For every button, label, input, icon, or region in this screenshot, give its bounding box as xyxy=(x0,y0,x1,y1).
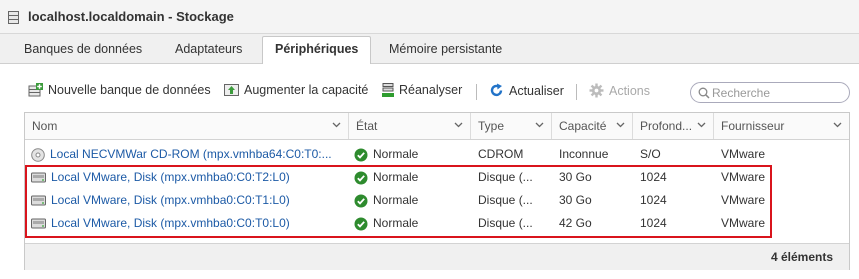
column-header-status[interactable]: État xyxy=(349,113,471,139)
rescan-icon xyxy=(382,83,394,97)
vendor-cell: VMware xyxy=(721,170,766,184)
tab-bar: Banques de données Adaptateurs Périphéri… xyxy=(0,34,859,64)
column-header-label: Type xyxy=(478,119,505,133)
gear-icon xyxy=(589,83,604,98)
chevron-down-icon xyxy=(833,122,842,128)
disk-icon xyxy=(31,172,46,183)
type-cell: Disque (... xyxy=(478,216,533,230)
actions-button[interactable]: Actions xyxy=(589,83,650,98)
capacity-cell: 30 Go xyxy=(559,193,592,207)
status-label: Normale xyxy=(373,216,419,230)
status-cell: Normale xyxy=(349,166,471,189)
column-header-type[interactable]: Type xyxy=(471,113,552,139)
search-box xyxy=(690,82,850,103)
device-name-link[interactable]: Local NECVMWar CD-ROM (mpx.vmhba64:C0:T0… xyxy=(25,143,349,166)
type-cell: Disque (... xyxy=(478,170,533,184)
chevron-down-icon xyxy=(535,122,544,128)
column-header-label: État xyxy=(356,119,378,133)
status-label: Normale xyxy=(373,193,419,207)
capacity-cell: 30 Go xyxy=(559,170,592,184)
new-datastore-label: Nouvelle banque de données xyxy=(48,83,211,97)
tab-persistent-memory[interactable]: Mémoire persistante xyxy=(389,42,502,56)
window-title: localhost.localdomain - Stockage xyxy=(28,9,234,24)
column-header-vendor[interactable]: Fournisseur xyxy=(714,113,849,139)
search-icon xyxy=(698,87,710,99)
depth-cell: 1024 xyxy=(640,193,667,207)
status-cell: Normale xyxy=(349,143,471,166)
device-name-label: Local VMware, Disk (mpx.vmhba0:C0:T1:L0) xyxy=(51,193,290,207)
device-name-label: Local VMware, Disk (mpx.vmhba0:C0:T0:L0) xyxy=(51,216,290,230)
column-header-name[interactable]: Nom xyxy=(25,113,349,139)
chevron-down-icon xyxy=(332,122,341,128)
refresh-icon xyxy=(490,83,503,97)
table-footer: 4 éléments xyxy=(25,243,849,270)
capacity-cell: Inconnue xyxy=(559,147,609,161)
status-cell: Normale xyxy=(349,189,471,212)
status-ok-icon xyxy=(354,171,368,185)
vendor-cell: VMware xyxy=(721,216,766,230)
rescan-label: Réanalyser xyxy=(399,83,463,97)
column-header-label: Profond... xyxy=(640,119,693,133)
column-header-depth[interactable]: Profond... xyxy=(633,113,714,139)
storage-icon xyxy=(8,11,19,24)
capacity-cell: 42 Go xyxy=(559,216,592,230)
status-label: Normale xyxy=(373,170,419,184)
depth-cell: S/O xyxy=(640,147,661,161)
refresh-button[interactable]: Actualiser xyxy=(489,83,564,98)
rescan-button[interactable]: Réanalyser xyxy=(382,83,462,97)
status-label: Normale xyxy=(373,147,419,161)
device-name-link[interactable]: Local VMware, Disk (mpx.vmhba0:C0:T2:L0) xyxy=(25,166,349,189)
table-row[interactable]: Local VMware, Disk (mpx.vmhba0:C0:T1:L0)… xyxy=(25,189,849,212)
table-header: Nom État Type Capacité Profond... Fourni… xyxy=(25,113,849,140)
type-cell: CDROM xyxy=(478,147,524,161)
cdrom-icon xyxy=(31,148,45,162)
column-header-label: Nom xyxy=(32,119,58,133)
tab-datastores[interactable]: Banques de données xyxy=(24,42,142,56)
device-name-link[interactable]: Local VMware, Disk (mpx.vmhba0:C0:T0:L0) xyxy=(25,212,349,235)
increase-capacity-icon xyxy=(224,84,239,96)
actions-label: Actions xyxy=(609,83,650,98)
status-cell: Normale xyxy=(349,212,471,235)
new-datastore-button[interactable]: Nouvelle banque de données xyxy=(28,83,211,97)
vendor-cell: VMware xyxy=(721,147,766,161)
status-ok-icon xyxy=(354,148,368,162)
type-cell: Disque (... xyxy=(478,193,533,207)
device-name-link[interactable]: Local VMware, Disk (mpx.vmhba0:C0:T1:L0) xyxy=(25,189,349,212)
depth-cell: 1024 xyxy=(640,170,667,184)
column-header-label: Fournisseur xyxy=(721,119,785,133)
increase-capacity-label: Augmenter la capacité xyxy=(244,83,369,97)
disk-icon xyxy=(31,195,46,206)
tab-adapters[interactable]: Adaptateurs xyxy=(175,42,242,56)
refresh-label: Actualiser xyxy=(509,83,564,98)
chevron-down-icon xyxy=(697,122,706,128)
disk-icon xyxy=(31,218,46,229)
device-name-label: Local VMware, Disk (mpx.vmhba0:C0:T2:L0) xyxy=(51,170,290,184)
toolbar-divider xyxy=(476,84,477,100)
status-ok-icon xyxy=(354,194,368,208)
tab-devices[interactable]: Périphériques xyxy=(262,36,372,64)
vendor-cell: VMware xyxy=(721,193,766,207)
depth-cell: 1024 xyxy=(640,216,667,230)
status-ok-icon xyxy=(354,217,368,231)
item-count: 4 éléments xyxy=(770,250,833,264)
search-input[interactable] xyxy=(712,84,842,101)
column-header-capacity[interactable]: Capacité xyxy=(552,113,633,139)
column-header-label: Capacité xyxy=(559,119,607,133)
chevron-down-icon xyxy=(454,122,463,128)
table-row[interactable]: Local VMware, Disk (mpx.vmhba0:C0:T0:L0)… xyxy=(25,212,849,235)
window-title-bar: localhost.localdomain - Stockage xyxy=(0,0,859,34)
table-row[interactable]: Local NECVMWar CD-ROM (mpx.vmhba64:C0:T0… xyxy=(25,143,849,166)
table-row[interactable]: Local VMware, Disk (mpx.vmhba0:C0:T2:L0)… xyxy=(25,166,849,189)
increase-capacity-button[interactable]: Augmenter la capacité xyxy=(224,83,368,97)
device-name-label: Local NECVMWar CD-ROM (mpx.vmhba64:C0:T0… xyxy=(50,147,332,161)
new-datastore-icon xyxy=(28,83,43,97)
devices-table: Nom État Type Capacité Profond... Fourni… xyxy=(24,112,850,270)
chevron-down-icon xyxy=(616,122,625,128)
toolbar-divider xyxy=(576,84,577,100)
